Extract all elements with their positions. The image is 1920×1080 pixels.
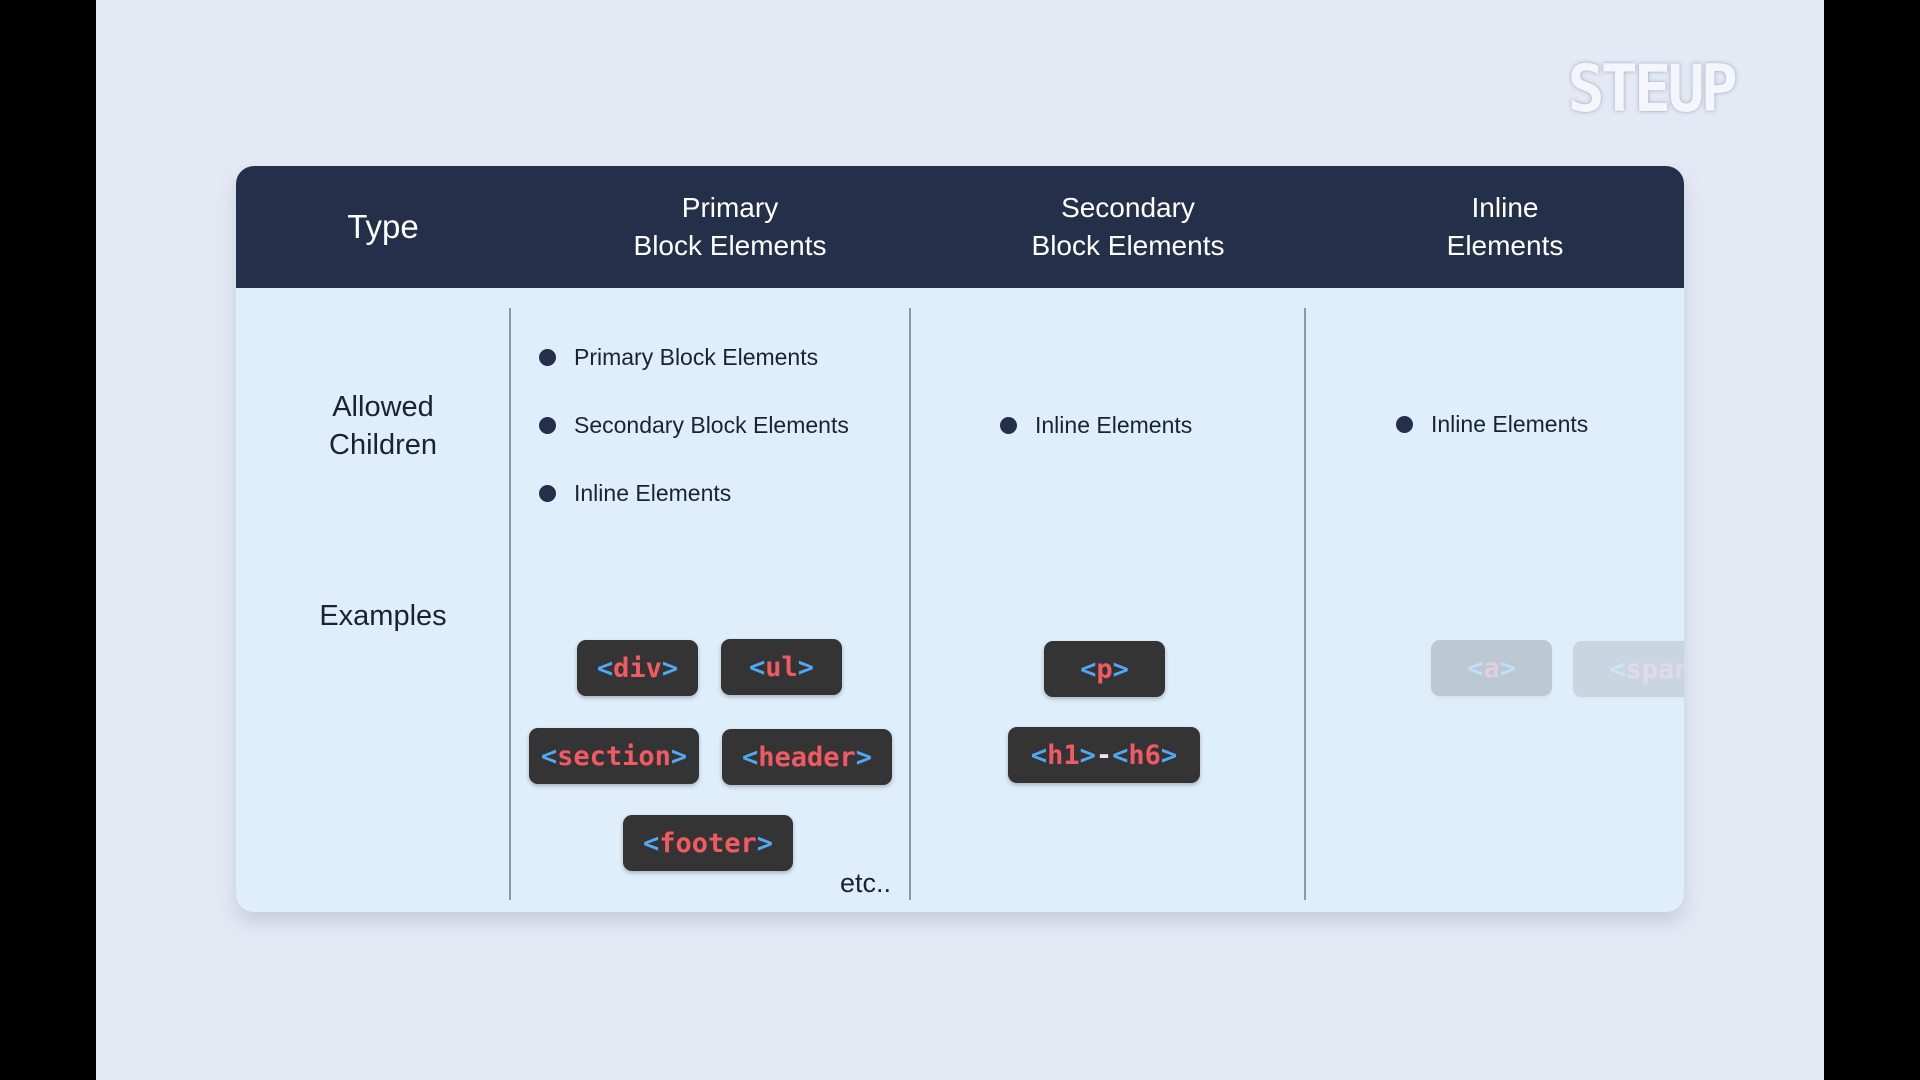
tag-p: < p > (1044, 641, 1165, 697)
column-divider-3 (1304, 308, 1306, 900)
bullet-icon (539, 349, 556, 366)
list-item-label: Inline Elements (1431, 411, 1589, 437)
tag-section: < section > (529, 728, 699, 784)
tag-h1-h6: < h1 > - < h6 > (1008, 727, 1200, 783)
brand-logo: STEUP (1567, 50, 1738, 127)
column-divider-2 (909, 308, 911, 900)
row-label-examples: Examples (319, 600, 447, 632)
comparison-table: Type Primary Block Elements Secondary Bl… (236, 166, 1684, 912)
etc-note: etc.. (840, 868, 892, 898)
header-secondary-block: Secondary Block Elements (1031, 192, 1225, 261)
header-inline: Inline Elements (1446, 192, 1564, 261)
list-item: Inline Elements (539, 480, 731, 507)
list-item: Secondary Block Elements (539, 412, 849, 439)
list-item-label: Secondary Block Elements (574, 412, 849, 438)
tag-a: < a > (1431, 640, 1552, 696)
row-label-allowed-children: Allowed Children (329, 391, 437, 461)
bullet-icon (539, 485, 556, 502)
bullet-icon (1000, 417, 1017, 434)
tag-div: < div > (577, 640, 698, 696)
tag-header: < header > (722, 729, 892, 785)
tag-footer: < footer > (623, 815, 793, 871)
tag-span: <span> (1573, 641, 1684, 697)
list-item-label: Inline Elements (574, 480, 732, 506)
tag-ul: < ul > (721, 639, 842, 695)
header-primary-block: Primary Block Elements (633, 192, 827, 261)
bullet-icon (539, 417, 556, 434)
list-item: Inline Elements (1000, 412, 1192, 439)
list-item: Inline Elements (1396, 411, 1588, 438)
table-header: Type Primary Block Elements Secondary Bl… (236, 166, 1684, 288)
header-type: Type (347, 208, 419, 245)
bullet-icon (1396, 416, 1413, 433)
list-item-label: Primary Block Elements (574, 344, 819, 370)
list-item-label: Inline Elements (1035, 412, 1193, 438)
slide: STEUP Type Primary Block Elements Second… (96, 0, 1824, 1080)
list-item: Primary Block Elements (539, 344, 818, 371)
